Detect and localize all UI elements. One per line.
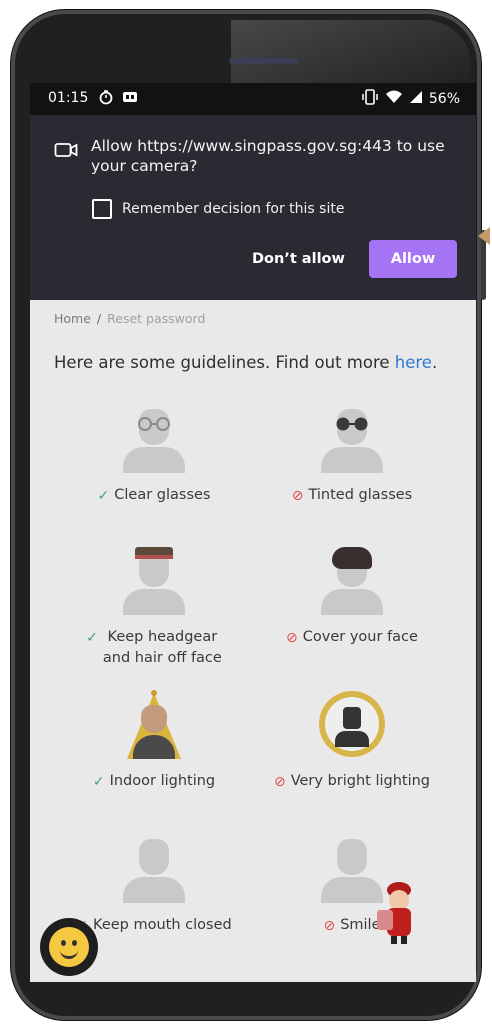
guidelines-text: Here are some guidelines. Find out more …	[54, 353, 438, 372]
check-circle-icon: ✓	[97, 488, 110, 504]
feedback-emoji-button[interactable]	[40, 918, 98, 976]
prohibited-icon: ⊘	[286, 630, 298, 646]
pointer-arrow-icon	[478, 227, 490, 245]
phone-screen: 01:15 56% Allow https://www.singpass.gov…	[30, 83, 476, 982]
guideline-smile: ⊘ Smile	[252, 833, 452, 937]
mouth-closed-illustration	[119, 833, 189, 903]
item-label-line1: Keep headgear	[107, 629, 218, 645]
guideline-clear-glasses: ✓ Clear glasses	[54, 403, 254, 507]
item-label: Cover your face	[302, 629, 418, 645]
camera-permission-prompt: Allow https://www.singpass.gov.sg:443 to…	[30, 115, 476, 300]
smiley-icon	[49, 927, 89, 967]
breadcrumb-separator: /	[96, 311, 102, 326]
indoor-lighting-illustration	[119, 689, 189, 759]
guideline-keep-headgear-off: ✓ Keep headgear and hair off face	[54, 545, 254, 669]
battery-percent: 56%	[428, 91, 460, 107]
clear-glasses-illustration	[119, 403, 189, 473]
item-label: Tinted glasses	[308, 487, 413, 503]
prohibited-icon: ⊘	[273, 774, 286, 790]
item-label: Clear glasses	[114, 487, 211, 503]
breadcrumb-current: Reset password	[107, 311, 206, 326]
guidelines-link[interactable]: here	[395, 353, 432, 372]
camera-icon	[54, 141, 78, 163]
check-circle-icon: ✓	[86, 630, 98, 646]
vibrate-icon	[361, 89, 379, 109]
item-label: Indoor lighting	[109, 773, 216, 789]
status-bar: 01:15 56%	[30, 83, 476, 115]
covered-face-illustration	[317, 545, 387, 615]
wifi-icon	[385, 90, 403, 108]
dont-allow-button[interactable]: Don’t allow	[252, 251, 345, 267]
item-label-line2: and hair off face	[102, 650, 222, 666]
breadcrumb: Home / Reset password	[54, 311, 205, 326]
item-label: Very bright lighting	[290, 773, 431, 789]
check-circle-icon: ✓	[92, 774, 105, 790]
signal-icon	[409, 90, 423, 108]
remember-decision-checkbox[interactable]	[92, 199, 112, 219]
earpiece-speaker	[229, 58, 299, 64]
tinted-glasses-illustration	[317, 403, 387, 473]
status-time: 01:15	[48, 90, 89, 106]
cc-icon	[122, 90, 138, 108]
timer-icon	[98, 89, 114, 109]
headgear-illustration	[119, 545, 189, 615]
guideline-indoor-lighting: ✓ Indoor lighting	[54, 689, 254, 793]
breadcrumb-home[interactable]: Home	[54, 311, 91, 326]
remember-decision-row[interactable]: Remember decision for this site	[92, 199, 344, 219]
bright-lighting-illustration	[317, 689, 387, 759]
guideline-cover-your-face: ⊘ Cover your face	[252, 545, 452, 649]
prohibited-icon: ⊘	[291, 488, 304, 504]
remember-decision-label: Remember decision for this site	[122, 201, 345, 217]
guideline-tinted-glasses: ⊘ Tinted glasses	[252, 403, 452, 507]
item-label: Keep mouth closed	[93, 917, 232, 933]
allow-button[interactable]: Allow	[369, 240, 457, 278]
mascot-character-icon[interactable]	[373, 880, 421, 946]
guideline-very-bright-lighting: ⊘ Very bright lighting	[252, 689, 452, 793]
permission-message: Allow https://www.singpass.gov.sg:443 to…	[91, 137, 445, 175]
prohibited-icon: ⊘	[323, 918, 336, 934]
